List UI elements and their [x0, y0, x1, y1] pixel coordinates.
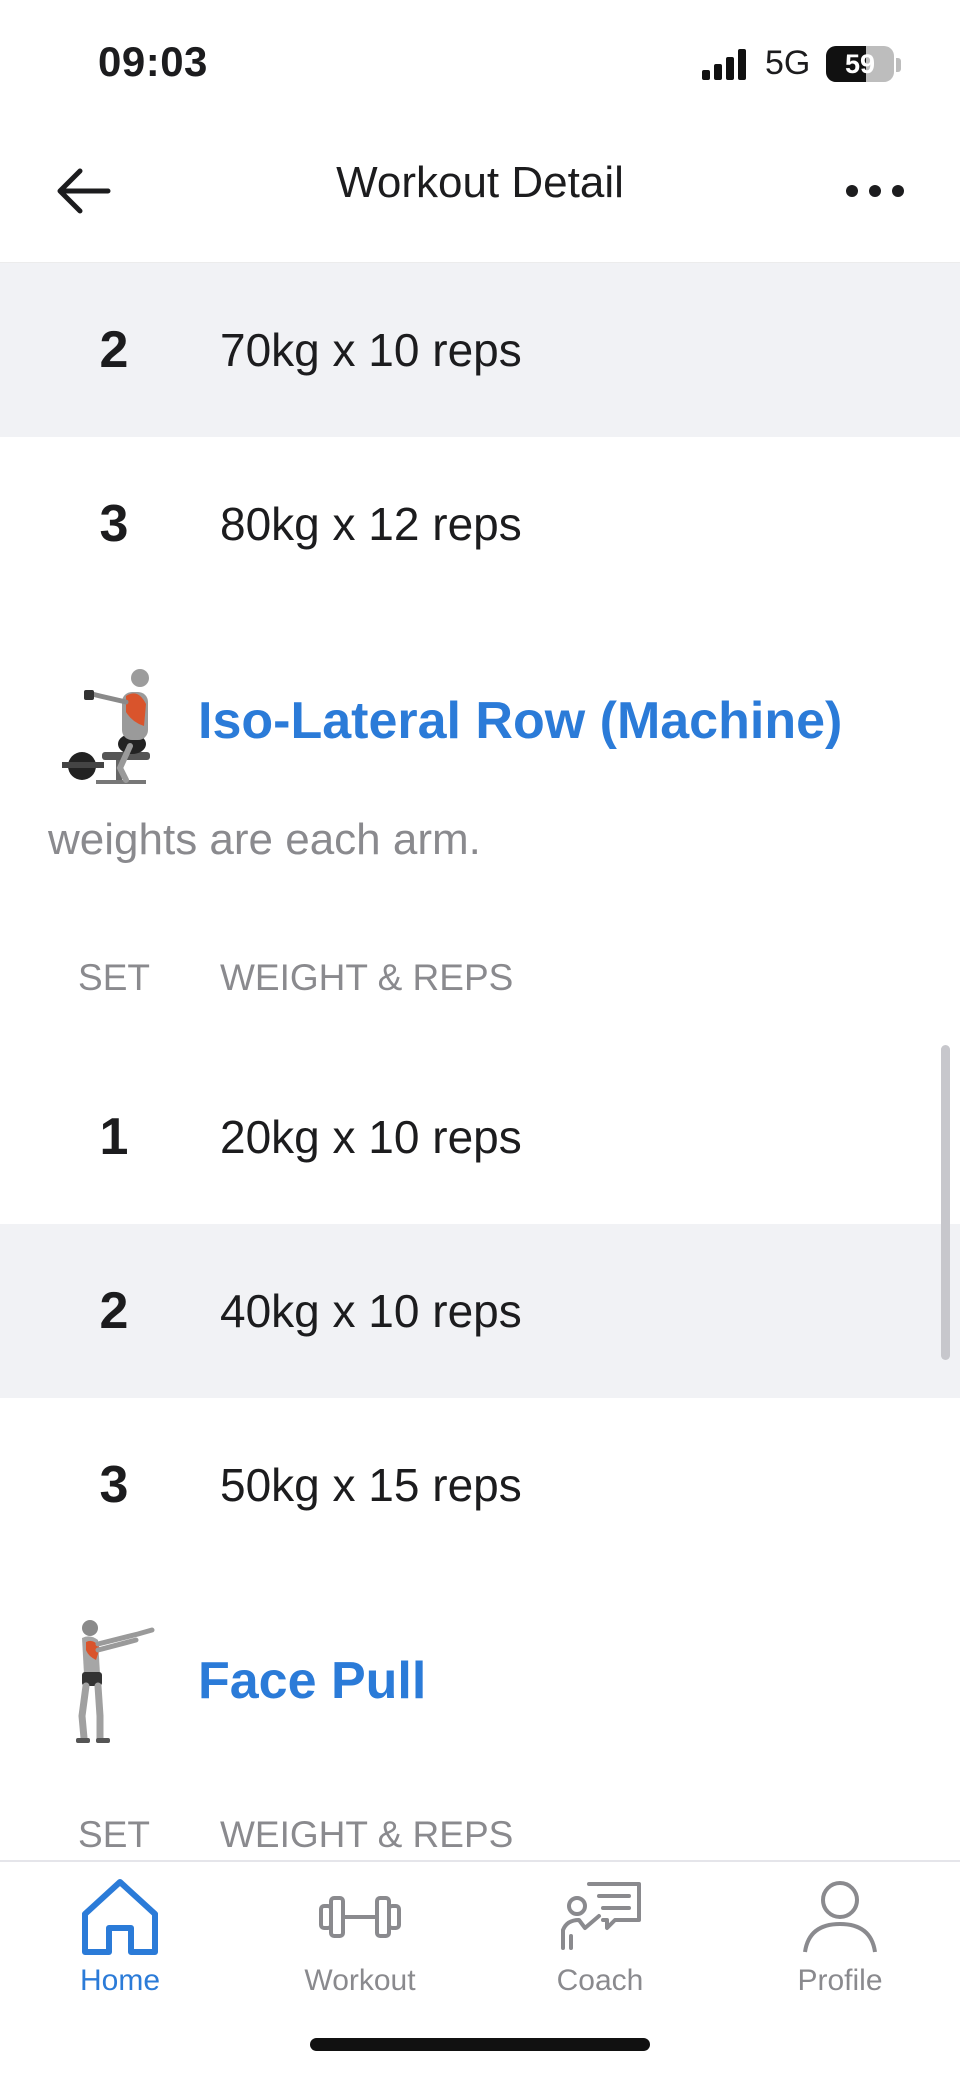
home-icon: [82, 1879, 158, 1955]
tab-label: Profile: [797, 1964, 883, 1997]
set-table-header: SET WEIGHT & REPS: [0, 948, 960, 1008]
status-time: 09:03: [98, 38, 208, 85]
battery-icon: 59: [826, 46, 894, 82]
battery-level: 59: [844, 48, 876, 79]
profile-icon: [803, 1881, 877, 1953]
exercise-note: weights are each arm.: [48, 815, 481, 864]
back-button[interactable]: [50, 158, 116, 224]
network-type: 5G: [765, 44, 811, 82]
column-header-set: SET: [78, 1814, 150, 1855]
arrow-left-icon: [57, 168, 111, 214]
home-indicator: [310, 2038, 650, 2051]
exercise-header[interactable]: Face Pull: [0, 1616, 960, 1746]
tab-workout[interactable]: Workout: [270, 1876, 450, 2026]
exercise-header[interactable]: Iso-Lateral Row (Machine): [0, 656, 960, 786]
exercise-name[interactable]: Face Pull: [198, 1616, 426, 1746]
cellular-signal-icon: [702, 49, 746, 80]
set-row: 1 20kg x 10 reps: [0, 1050, 960, 1224]
more-horizontal-icon: [846, 185, 904, 197]
tab-label: Coach: [556, 1964, 644, 1997]
set-row: 3 80kg x 12 reps: [0, 437, 960, 611]
tab-home[interactable]: Home: [30, 1876, 210, 2026]
tab-profile[interactable]: Profile: [750, 1876, 930, 2026]
nav-bar: Workout Detail: [0, 130, 960, 263]
set-weight-reps: 50kg x 15 reps: [220, 1459, 522, 1511]
dumbbell-icon: [319, 1896, 401, 1938]
tab-label: Workout: [304, 1964, 416, 1997]
set-weight-reps: 70kg x 10 reps: [220, 324, 522, 376]
more-options-button[interactable]: [840, 158, 910, 224]
page-title: Workout Detail: [336, 158, 624, 207]
exercise-thumbnail: [62, 669, 150, 784]
coach-icon: [561, 1882, 641, 1950]
set-row: 3 50kg x 15 reps: [0, 1398, 960, 1572]
status-bar: 09:03 5G 59: [0, 0, 960, 130]
battery-tip: [896, 58, 901, 72]
scrollbar[interactable]: [941, 1045, 950, 1360]
set-weight-reps: 20kg x 10 reps: [220, 1111, 522, 1163]
set-number: 3: [99, 1456, 129, 1514]
set-weight-reps: 80kg x 12 reps: [220, 498, 522, 550]
column-header-weight-reps: WEIGHT & REPS: [220, 957, 514, 998]
exercise-name[interactable]: Iso-Lateral Row (Machine): [198, 656, 842, 786]
tab-label: Home: [79, 1964, 161, 1997]
set-number: 3: [99, 495, 129, 553]
set-table-header: SET WEIGHT & REPS: [0, 1805, 960, 1860]
column-header-weight-reps: WEIGHT & REPS: [220, 1814, 514, 1855]
set-number: 2: [99, 321, 129, 379]
tab-coach[interactable]: Coach: [510, 1876, 690, 2026]
exercise-thumbnail: [76, 1620, 155, 1743]
set-number: 1: [99, 1108, 129, 1166]
set-number: 2: [99, 1282, 129, 1340]
set-row: 2 70kg x 10 reps: [0, 263, 960, 437]
column-header-set: SET: [78, 957, 150, 998]
set-weight-reps: 40kg x 10 reps: [220, 1285, 522, 1337]
workout-content[interactable]: 2 70kg x 10 reps 3 80kg x 12 reps Iso-La…: [0, 263, 960, 1860]
set-row: 2 40kg x 10 reps: [0, 1224, 960, 1398]
